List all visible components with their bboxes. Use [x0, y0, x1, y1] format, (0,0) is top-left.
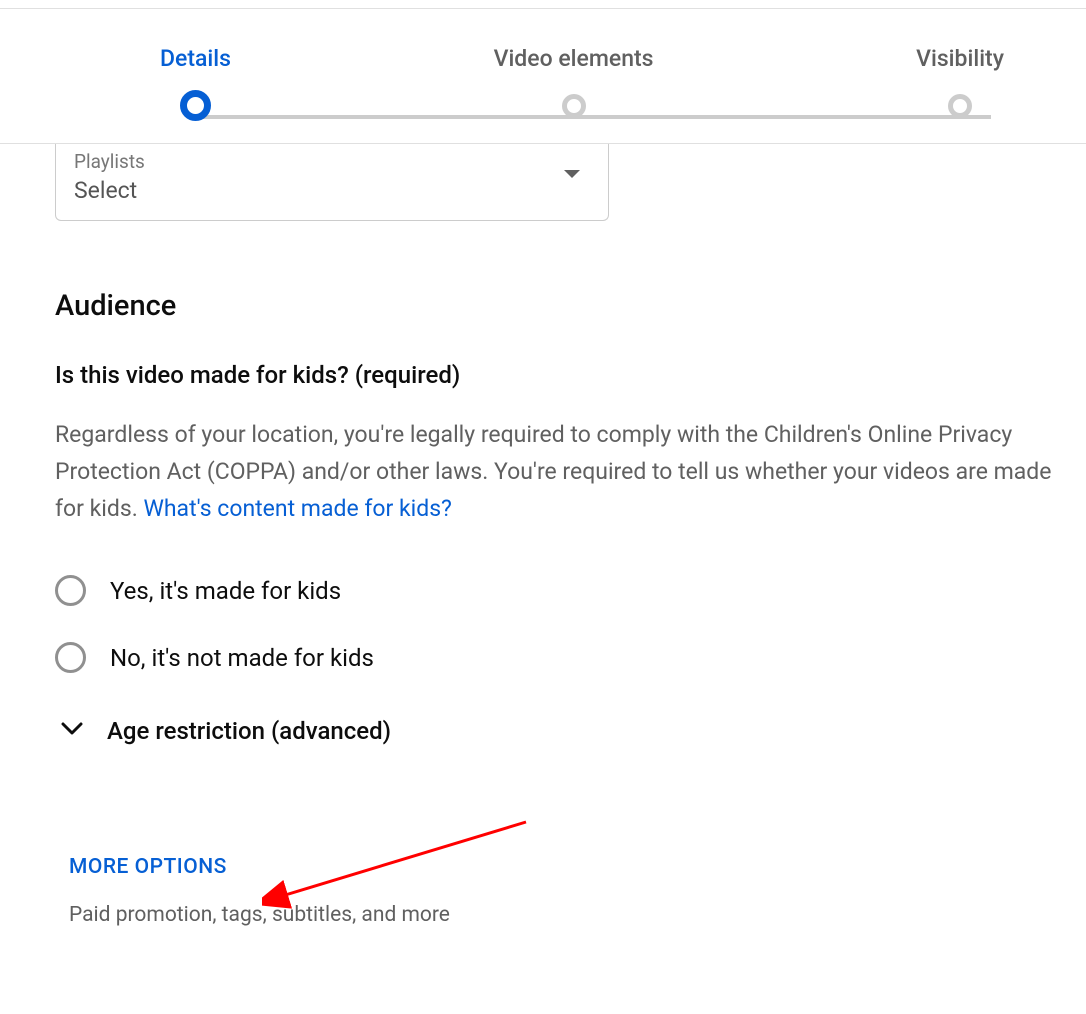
kids-content-link[interactable]: What's content made for kids?	[143, 495, 451, 522]
playlists-field-label: Playlists	[74, 150, 590, 173]
step-video-elements-label: Video elements	[494, 45, 654, 72]
step-visibility-circle	[948, 94, 972, 118]
main-content: Playlists Select Audience Is this video …	[0, 144, 1086, 927]
dropdown-arrow-icon	[564, 170, 580, 178]
radio-yes-label: Yes, it's made for kids	[110, 577, 341, 605]
step-video-elements[interactable]: Video elements	[494, 45, 654, 118]
radio-made-for-kids-yes[interactable]: Yes, it's made for kids	[55, 575, 1031, 606]
audience-subtitle: Is this video made for kids? (required)	[55, 361, 1031, 389]
audience-description: Regardless of your location, you're lega…	[55, 417, 1065, 527]
more-options-label: MORE OPTIONS	[69, 855, 1031, 879]
radio-circle-icon	[55, 575, 86, 606]
age-restriction-toggle[interactable]: Age restriction (advanced)	[55, 717, 1031, 745]
step-video-elements-circle	[562, 94, 586, 118]
more-options-description: Paid promotion, tags, subtitles, and mor…	[69, 903, 1031, 927]
radio-circle-icon	[55, 642, 86, 673]
radio-no-label: No, it's not made for kids	[110, 644, 374, 672]
audience-radio-group: Yes, it's made for kids No, it's not mad…	[55, 575, 1031, 673]
step-details-label: Details	[160, 45, 231, 72]
step-visibility[interactable]: Visibility	[916, 45, 1004, 118]
audience-title: Audience	[55, 289, 1031, 323]
more-options-section[interactable]: MORE OPTIONS Paid promotion, tags, subti…	[69, 855, 1031, 927]
stepper-nav: Details Video elements Visibility	[0, 9, 1086, 144]
radio-made-for-kids-no[interactable]: No, it's not made for kids	[55, 642, 1031, 673]
playlists-value: Select	[74, 177, 590, 204]
step-details[interactable]: Details	[160, 45, 231, 121]
age-restriction-label: Age restriction (advanced)	[107, 717, 391, 745]
playlists-select[interactable]: Playlists Select	[55, 144, 609, 221]
step-visibility-label: Visibility	[916, 45, 1004, 72]
step-details-circle	[180, 90, 211, 121]
chevron-down-icon	[61, 721, 83, 741]
